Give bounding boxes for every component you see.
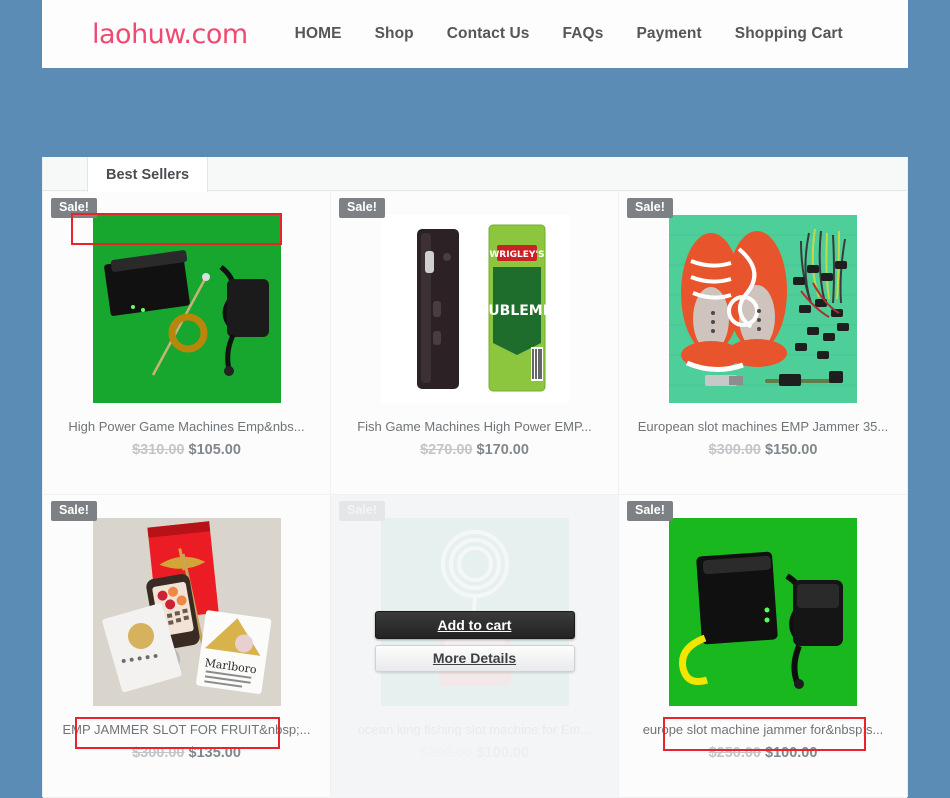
product-new-price: $100.00 bbox=[765, 745, 818, 761]
product-title[interactable]: Fish Game Machines High Power EMP... bbox=[331, 419, 618, 434]
product-grid: Sale! High Power Game Machines Emp&nbs..… bbox=[43, 191, 907, 798]
product-price: $300.00 $150.00 bbox=[619, 442, 907, 458]
product-hover-actions: Add to cart More Details bbox=[374, 611, 575, 672]
product-title[interactable]: europe slot machine jammer for&nbsp;s... bbox=[619, 722, 907, 737]
product-title[interactable]: ocean king fishing slot machine for Em..… bbox=[331, 722, 618, 737]
sale-badge: Sale! bbox=[51, 501, 97, 521]
nav-item-home[interactable]: HOME bbox=[295, 25, 342, 43]
product-old-price: $300.00 bbox=[708, 442, 761, 458]
product-old-price: $250.00 bbox=[708, 745, 761, 761]
svg-text:DOUBLEMINT: DOUBLEMINT bbox=[464, 303, 568, 319]
product-card[interactable]: Sale! WRIGLEY'S DOUBLEMINT Fish Game Mac… bbox=[331, 192, 619, 495]
product-old-price: $310.00 bbox=[132, 442, 185, 458]
product-old-price: $270.00 bbox=[420, 442, 473, 458]
product-image[interactable]: Marlboro bbox=[92, 518, 281, 706]
product-title[interactable]: High Power Game Machines Emp&nbs... bbox=[43, 419, 330, 434]
product-image[interactable] bbox=[669, 215, 857, 403]
tab-strip: Best Sellers bbox=[43, 157, 907, 192]
product-price: $250.00 $100.00 bbox=[619, 745, 907, 761]
product-image[interactable] bbox=[669, 518, 857, 706]
nav-item-contact-us[interactable]: Contact Us bbox=[447, 25, 530, 43]
product-image[interactable] bbox=[92, 215, 281, 403]
main-navigation: HOME Shop Contact Us FAQs Payment Shoppi… bbox=[295, 25, 843, 43]
svg-text:WRIGLEY'S: WRIGLEY'S bbox=[489, 250, 544, 260]
product-new-price: $135.00 bbox=[188, 745, 241, 761]
product-new-price: $100.00 bbox=[476, 745, 529, 761]
nav-item-payment[interactable]: Payment bbox=[636, 25, 701, 43]
product-new-price: $150.00 bbox=[765, 442, 818, 458]
product-card[interactable]: Sale! Add to cart More Details ocean kin… bbox=[331, 495, 619, 798]
sale-badge: Sale! bbox=[339, 198, 385, 218]
add-to-cart-button[interactable]: Add to cart bbox=[374, 611, 575, 639]
site-logo[interactable]: laohuw.com bbox=[92, 19, 248, 50]
product-price: $300.00 $135.00 bbox=[43, 745, 330, 761]
product-card[interactable]: Sale! europe slot machine jammer for&nbs… bbox=[619, 495, 907, 798]
sale-badge: Sale! bbox=[51, 198, 97, 218]
sale-badge: Sale! bbox=[339, 501, 385, 521]
product-card[interactable]: Sale! bbox=[43, 495, 331, 798]
tab-best-sellers[interactable]: Best Sellers bbox=[87, 157, 209, 192]
product-price: $310.00 $105.00 bbox=[43, 442, 330, 458]
product-new-price: $105.00 bbox=[188, 442, 241, 458]
nav-item-shop[interactable]: Shop bbox=[375, 25, 414, 43]
product-price: $200.00 $100.00 bbox=[331, 745, 618, 761]
product-price: $270.00 $170.00 bbox=[331, 442, 618, 458]
product-new-price: $170.00 bbox=[476, 442, 529, 458]
more-details-button[interactable]: More Details bbox=[374, 645, 575, 672]
product-card[interactable]: Sale! High Power Game Machines Emp&nbs..… bbox=[43, 192, 331, 495]
product-old-price: $300.00 bbox=[132, 745, 185, 761]
product-image[interactable]: WRIGLEY'S DOUBLEMINT bbox=[380, 215, 569, 403]
product-title[interactable]: EMP JAMMER SLOT FOR FRUIT&nbsp;... bbox=[43, 722, 330, 737]
site-header: laohuw.com HOME Shop Contact Us FAQs Pay… bbox=[42, 0, 908, 68]
best-sellers-panel: Best Sellers Sale! High Power Game Machi… bbox=[42, 157, 908, 798]
product-card[interactable]: Sale! bbox=[619, 192, 907, 495]
product-old-price: $200.00 bbox=[420, 745, 473, 761]
nav-item-faqs[interactable]: FAQs bbox=[563, 25, 604, 43]
nav-item-shopping-cart[interactable]: Shopping Cart bbox=[735, 25, 843, 43]
product-title[interactable]: European slot machines EMP Jammer 35... bbox=[619, 419, 907, 434]
sale-badge: Sale! bbox=[627, 501, 673, 521]
sale-badge: Sale! bbox=[627, 198, 673, 218]
